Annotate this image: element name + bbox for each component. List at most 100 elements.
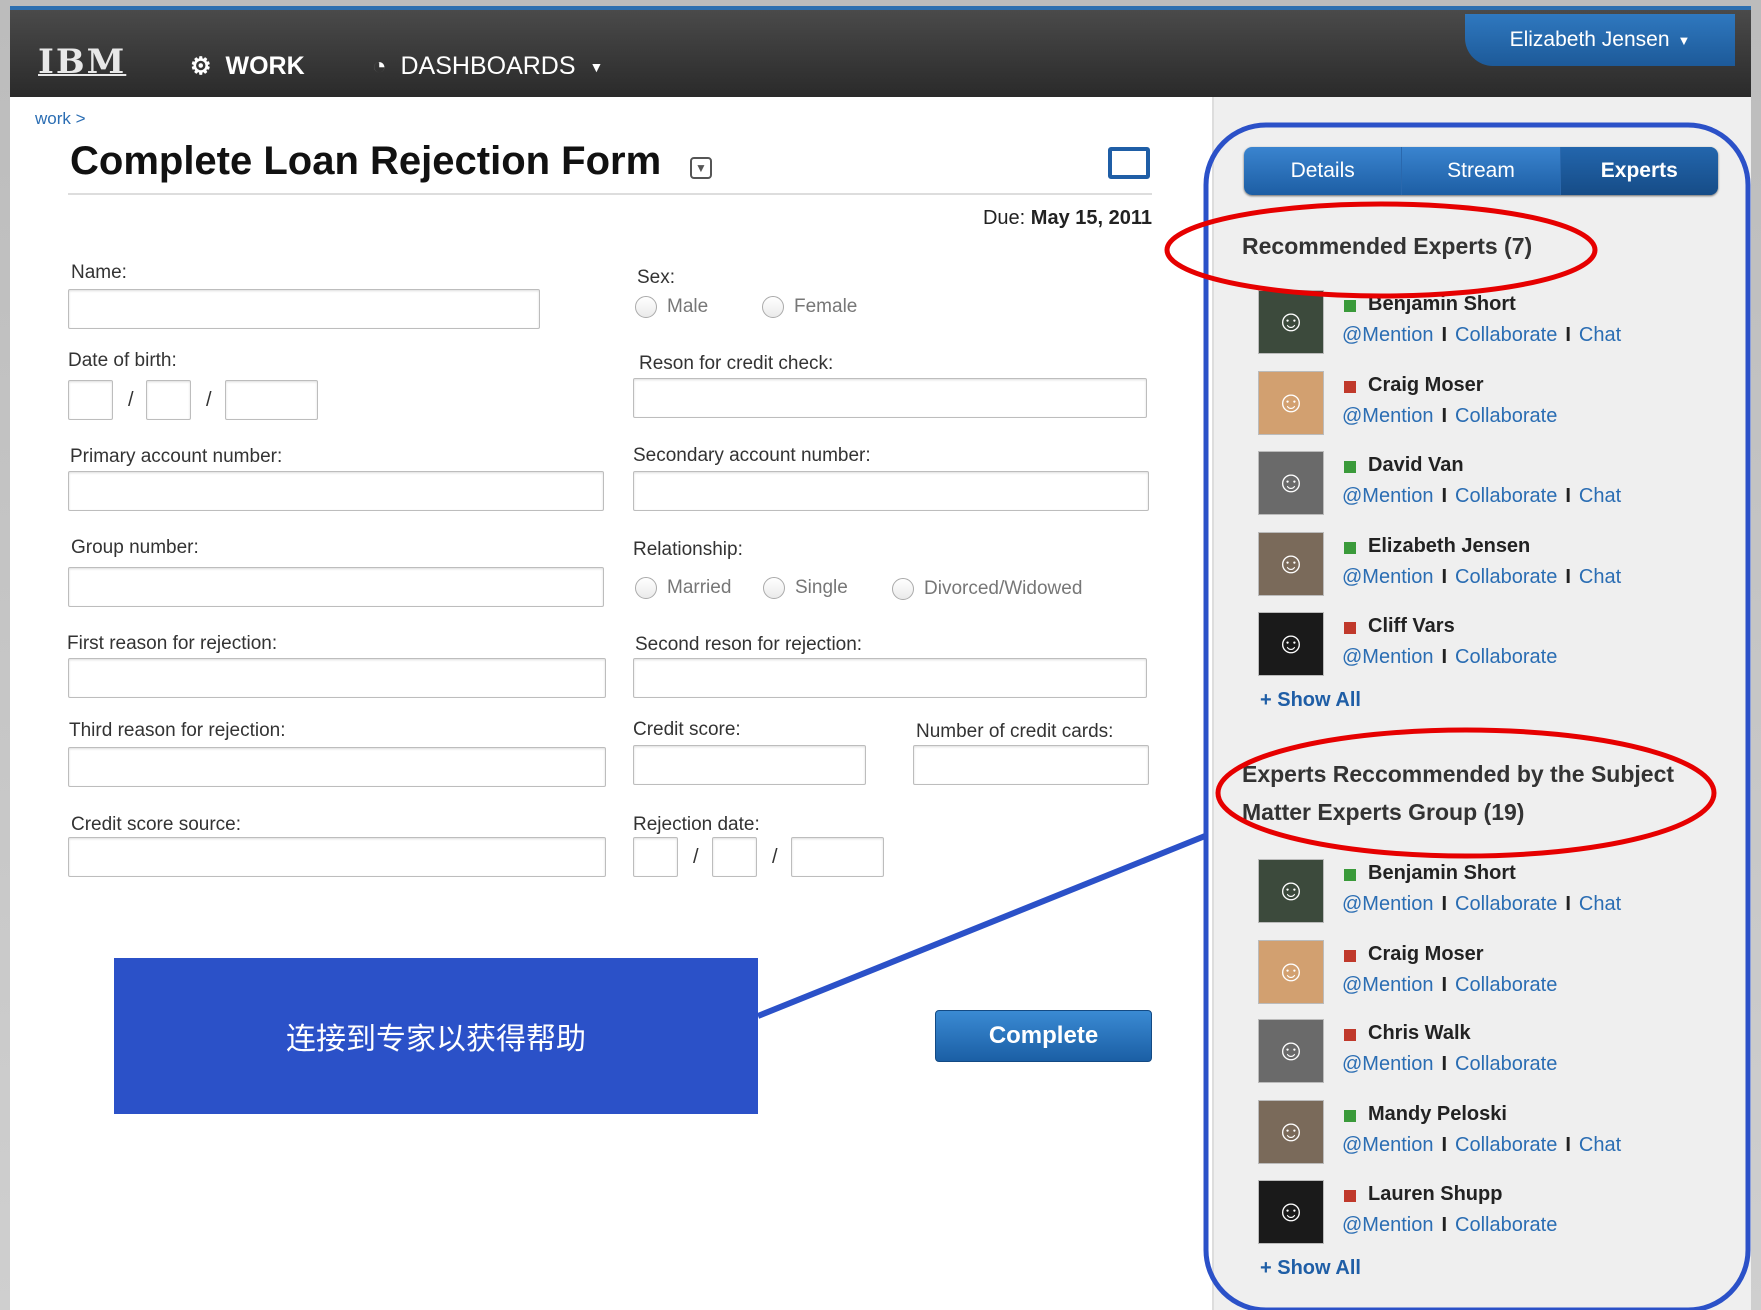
collaborate-link[interactable]: Collaborate bbox=[1455, 893, 1557, 915]
experts-sidebar: Details Stream Experts Recommended Exper… bbox=[1212, 97, 1751, 1310]
radio-married-label: Married bbox=[667, 577, 732, 598]
presence-status-icon bbox=[1344, 1110, 1356, 1122]
expert-name[interactable]: Chris Walk bbox=[1368, 1022, 1471, 1045]
expert-name[interactable]: David Van bbox=[1368, 454, 1464, 477]
expert-name[interactable]: Lauren Shupp bbox=[1368, 1183, 1502, 1206]
tab-experts[interactable]: Experts bbox=[1560, 147, 1718, 195]
nav-dashboards-label: DASHBOARDS bbox=[400, 52, 576, 80]
primary-account-label: Primary account number: bbox=[70, 446, 283, 467]
rejection-year-input[interactable] bbox=[791, 837, 884, 877]
collaborate-link[interactable]: Collaborate bbox=[1455, 405, 1557, 427]
radio-male[interactable]: Male bbox=[635, 296, 708, 318]
first-reason-input[interactable] bbox=[68, 658, 606, 698]
expert-actions: @Mention I Collaborate I Chat bbox=[1342, 1134, 1621, 1157]
mention-link[interactable]: @Mention bbox=[1342, 974, 1433, 996]
expert-actions: @Mention I Collaborate bbox=[1342, 1214, 1557, 1237]
expert-name[interactable]: Elizabeth Jensen bbox=[1368, 535, 1530, 558]
third-reason-input[interactable] bbox=[68, 747, 606, 787]
chat-link[interactable]: Chat bbox=[1579, 566, 1621, 588]
expert-item: ☺ Benjamin Short @Mention I Collaborate I Chat bbox=[1258, 859, 1718, 925]
complete-button[interactable]: Complete bbox=[935, 1010, 1152, 1062]
collaborate-link[interactable]: Collaborate bbox=[1455, 324, 1557, 346]
ibm-logo[interactable]: IBM bbox=[38, 42, 126, 82]
mention-link[interactable]: @Mention bbox=[1342, 1053, 1433, 1075]
expert-name[interactable]: Benjamin Short bbox=[1368, 293, 1516, 316]
rejection-day-input[interactable] bbox=[712, 837, 757, 877]
due-date: Due: May 15, 2011 bbox=[983, 207, 1152, 230]
collaborate-link[interactable]: Collaborate bbox=[1455, 485, 1557, 507]
radio-female[interactable]: Female bbox=[762, 296, 857, 318]
credit-source-input[interactable] bbox=[68, 837, 606, 877]
nav-dashboards[interactable]: ◔ DASHBOARDS ▼ bbox=[372, 52, 603, 81]
mention-link[interactable]: @Mention bbox=[1342, 646, 1433, 668]
rejection-month-input[interactable] bbox=[633, 837, 678, 877]
collaborate-link[interactable]: Collaborate bbox=[1455, 646, 1557, 668]
tab-details[interactable]: Details bbox=[1244, 147, 1403, 195]
radio-married[interactable]: Married bbox=[635, 577, 731, 599]
presence-status-icon bbox=[1344, 869, 1356, 881]
show-all-recommended-link[interactable]: + Show All bbox=[1260, 689, 1361, 712]
dob-day-input[interactable] bbox=[146, 380, 191, 420]
collaborate-link[interactable]: Collaborate bbox=[1455, 566, 1557, 588]
credit-score-input[interactable] bbox=[633, 745, 866, 785]
radio-divorced[interactable]: Divorced/Widowed bbox=[892, 578, 1082, 600]
expert-name[interactable]: Cliff Vars bbox=[1368, 615, 1455, 638]
mention-link[interactable]: @Mention bbox=[1342, 405, 1433, 427]
avatar[interactable]: ☺ bbox=[1258, 859, 1324, 923]
mention-link[interactable]: @Mention bbox=[1342, 893, 1433, 915]
collaborate-link[interactable]: Collaborate bbox=[1455, 974, 1557, 996]
action-separator: I bbox=[1565, 324, 1571, 346]
callout-box: 连接到专家以获得帮助 bbox=[114, 958, 758, 1114]
mention-link[interactable]: @Mention bbox=[1342, 1134, 1433, 1156]
avatar[interactable]: ☺ bbox=[1258, 532, 1324, 596]
presence-status-icon bbox=[1344, 300, 1356, 312]
num-cards-input[interactable] bbox=[913, 745, 1149, 785]
task-form-panel: work > Complete Loan Rejection Form ▼ Du… bbox=[10, 97, 1212, 1310]
dob-month-input[interactable] bbox=[68, 380, 113, 420]
avatar[interactable]: ☺ bbox=[1258, 371, 1324, 435]
collaborate-link[interactable]: Collaborate bbox=[1455, 1053, 1557, 1075]
avatar[interactable]: ☺ bbox=[1258, 1180, 1324, 1244]
mention-link[interactable]: @Mention bbox=[1342, 1214, 1433, 1236]
title-dropdown-button[interactable]: ▼ bbox=[690, 157, 712, 179]
mention-link[interactable]: @Mention bbox=[1342, 566, 1433, 588]
expert-name[interactable]: Benjamin Short bbox=[1368, 862, 1516, 885]
collaborate-link[interactable]: Collaborate bbox=[1455, 1214, 1557, 1236]
presence-status-icon bbox=[1344, 381, 1356, 393]
name-input[interactable] bbox=[68, 289, 540, 329]
expert-name[interactable]: Mandy Peloski bbox=[1368, 1103, 1507, 1126]
user-menu[interactable]: Elizabeth Jensen ▼ bbox=[1465, 14, 1735, 66]
expand-icon[interactable] bbox=[1108, 147, 1150, 179]
second-reason-input[interactable] bbox=[633, 658, 1147, 698]
chat-link[interactable]: Chat bbox=[1579, 1134, 1621, 1156]
tab-stream[interactable]: Stream bbox=[1402, 147, 1561, 195]
avatar[interactable]: ☺ bbox=[1258, 1019, 1324, 1083]
avatar[interactable]: ☺ bbox=[1258, 1100, 1324, 1164]
collaborate-link[interactable]: Collaborate bbox=[1455, 1134, 1557, 1156]
breadcrumb[interactable]: work > bbox=[35, 109, 86, 129]
expert-item: ☺ Lauren Shupp @Mention I Collaborate bbox=[1258, 1180, 1718, 1246]
group-number-input[interactable] bbox=[68, 567, 604, 607]
secondary-account-label: Secondary account number: bbox=[633, 445, 871, 466]
mention-link[interactable]: @Mention bbox=[1342, 324, 1433, 346]
avatar[interactable]: ☺ bbox=[1258, 612, 1324, 676]
dob-year-input[interactable] bbox=[225, 380, 318, 420]
chat-link[interactable]: Chat bbox=[1579, 324, 1621, 346]
radio-single-label: Single bbox=[795, 577, 848, 598]
avatar[interactable]: ☺ bbox=[1258, 940, 1324, 1004]
nav-work[interactable]: ⚙ WORK bbox=[190, 52, 305, 81]
avatar[interactable]: ☺ bbox=[1258, 451, 1324, 515]
radio-single[interactable]: Single bbox=[763, 577, 848, 599]
secondary-account-input[interactable] bbox=[633, 471, 1149, 511]
mention-link[interactable]: @Mention bbox=[1342, 485, 1433, 507]
chat-link[interactable]: Chat bbox=[1579, 893, 1621, 915]
expert-name[interactable]: Craig Moser bbox=[1368, 943, 1484, 966]
primary-account-input[interactable] bbox=[68, 471, 604, 511]
expert-name[interactable]: Craig Moser bbox=[1368, 374, 1484, 397]
reason-credit-input[interactable] bbox=[633, 378, 1147, 418]
chat-link[interactable]: Chat bbox=[1579, 485, 1621, 507]
action-separator: I bbox=[1441, 324, 1448, 346]
avatar[interactable]: ☺ bbox=[1258, 290, 1324, 354]
show-all-sme-link[interactable]: + Show All bbox=[1260, 1257, 1361, 1280]
action-separator: I bbox=[1441, 974, 1448, 996]
